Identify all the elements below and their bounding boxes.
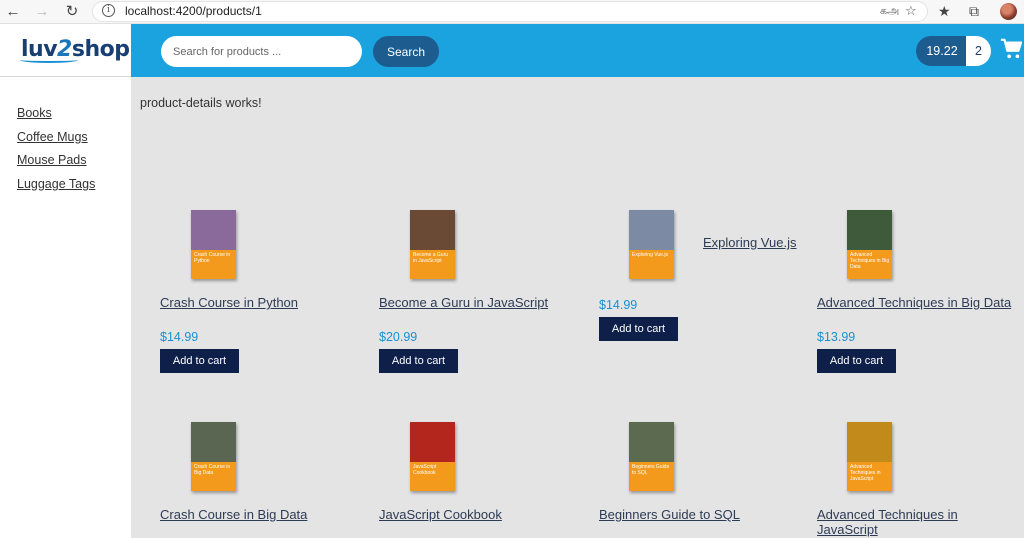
product-name-link[interactable]: JavaScript Cookbook	[379, 507, 502, 522]
logo[interactable]: luv2shop	[21, 37, 130, 71]
logo-swoosh	[20, 57, 78, 63]
cover-title: Advanced Techniques in JavaScript	[850, 464, 881, 482]
add-to-cart-button[interactable]: Add to cart	[599, 317, 678, 341]
url-text[interactable]: localhost:4200/products/1	[125, 4, 262, 18]
cover-art	[629, 422, 674, 462]
product-cover-image[interactable]: Crash Course in Python	[191, 210, 236, 279]
cover-title: Exploring Vue.js	[632, 252, 668, 258]
sidebar: luv2shop Books Coffee Mugs Mouse Pads Lu…	[0, 24, 131, 538]
browser-toolbar: ← → ↻ i localhost:4200/products/1 கஅ ☆ ★…	[0, 0, 1024, 24]
product-name-link[interactable]: Advanced Techniques in JavaScript	[817, 507, 958, 537]
sidebar-divider	[0, 76, 131, 77]
profile-avatar[interactable]	[1000, 3, 1017, 20]
product-name-line[interactable]: JavaScript	[817, 522, 878, 537]
cover-title: Advanced Techniques in Big Data	[850, 252, 890, 270]
cover-title: Become a Guru in JavaScript	[413, 252, 449, 264]
search-input[interactable]	[161, 36, 362, 67]
product-name-line[interactable]: Advanced Techniques in	[817, 507, 958, 522]
category-link-mouse-pads[interactable]: Mouse Pads	[17, 153, 86, 167]
product-price: $14.99	[599, 298, 638, 312]
product-name-link[interactable]: Exploring Vue.js	[703, 235, 796, 250]
product-name-link[interactable]: Become a Guru in JavaScript	[379, 295, 548, 310]
product-name-link[interactable]: Crash Course in Big Data	[160, 507, 307, 522]
cover-art	[847, 210, 892, 250]
info-icon[interactable]: i	[102, 4, 115, 17]
category-link-books[interactable]: Books	[17, 106, 52, 120]
product-name-link[interactable]: Beginners Guide to SQL	[599, 507, 740, 522]
product-price: $20.99	[379, 330, 418, 344]
cart-total: 19.22	[916, 36, 968, 66]
shopping-cart-icon[interactable]	[1000, 38, 1022, 60]
category-link-luggage-tags[interactable]: Luggage Tags	[17, 177, 95, 191]
add-to-cart-button[interactable]: Add to cart	[817, 349, 896, 373]
add-to-cart-button[interactable]: Add to cart	[160, 349, 239, 373]
search-button[interactable]: Search	[373, 36, 439, 67]
cover-title: JavaScript Cookbook	[413, 464, 437, 476]
cover-art	[410, 210, 455, 250]
product-cover-image[interactable]: Crash Course in Big Data	[191, 422, 236, 491]
cover-title: Crash Course in Big Data	[194, 464, 231, 476]
translate-icon[interactable]: கஅ	[880, 5, 899, 19]
cover-art	[191, 422, 236, 462]
add-to-cart-button[interactable]: Add to cart	[379, 349, 458, 373]
cover-art	[847, 422, 892, 462]
favorite-add-icon[interactable]: ☆	[905, 3, 917, 19]
forward-icon[interactable]: →	[33, 3, 51, 21]
cover-art	[191, 210, 236, 250]
address-bar[interactable]: i localhost:4200/products/1 கஅ ☆	[92, 1, 928, 22]
logo-text-shop: shop	[71, 37, 130, 62]
reload-icon[interactable]: ↻	[63, 3, 81, 21]
product-cover-image[interactable]: JavaScript Cookbook	[410, 422, 455, 491]
product-cover-image[interactable]: Exploring Vue.js	[629, 210, 674, 279]
header: Search 19.22 2	[131, 24, 1024, 77]
favorites-icon[interactable]: ★	[938, 3, 951, 20]
product-details-message: product-details works!	[140, 96, 262, 110]
cart-quantity: 2	[966, 36, 991, 66]
cover-art	[629, 210, 674, 250]
product-cover-image[interactable]: Advanced Techniques in Big Data	[847, 210, 892, 279]
product-name-link[interactable]: Crash Course in Python	[160, 295, 298, 310]
product-price: $13.99	[817, 330, 856, 344]
product-price: $14.99	[160, 330, 199, 344]
main-content: product-details works! Crash Course in P…	[131, 77, 1024, 538]
cover-title: Crash Course in Python	[194, 252, 231, 264]
back-icon[interactable]: ←	[4, 3, 22, 21]
product-cover-image[interactable]: Beginners Guide to SQL	[629, 422, 674, 491]
product-cover-image[interactable]: Advanced Techniques in JavaScript	[847, 422, 892, 491]
product-name-link[interactable]: Advanced Techniques in Big Data	[817, 295, 1011, 310]
cover-art	[410, 422, 455, 462]
collections-icon[interactable]: ⧉	[969, 3, 979, 20]
category-link-coffee-mugs[interactable]: Coffee Mugs	[17, 130, 88, 144]
product-cover-image[interactable]: Become a Guru in JavaScript	[410, 210, 455, 279]
cover-title: Beginners Guide to SQL	[632, 464, 670, 476]
